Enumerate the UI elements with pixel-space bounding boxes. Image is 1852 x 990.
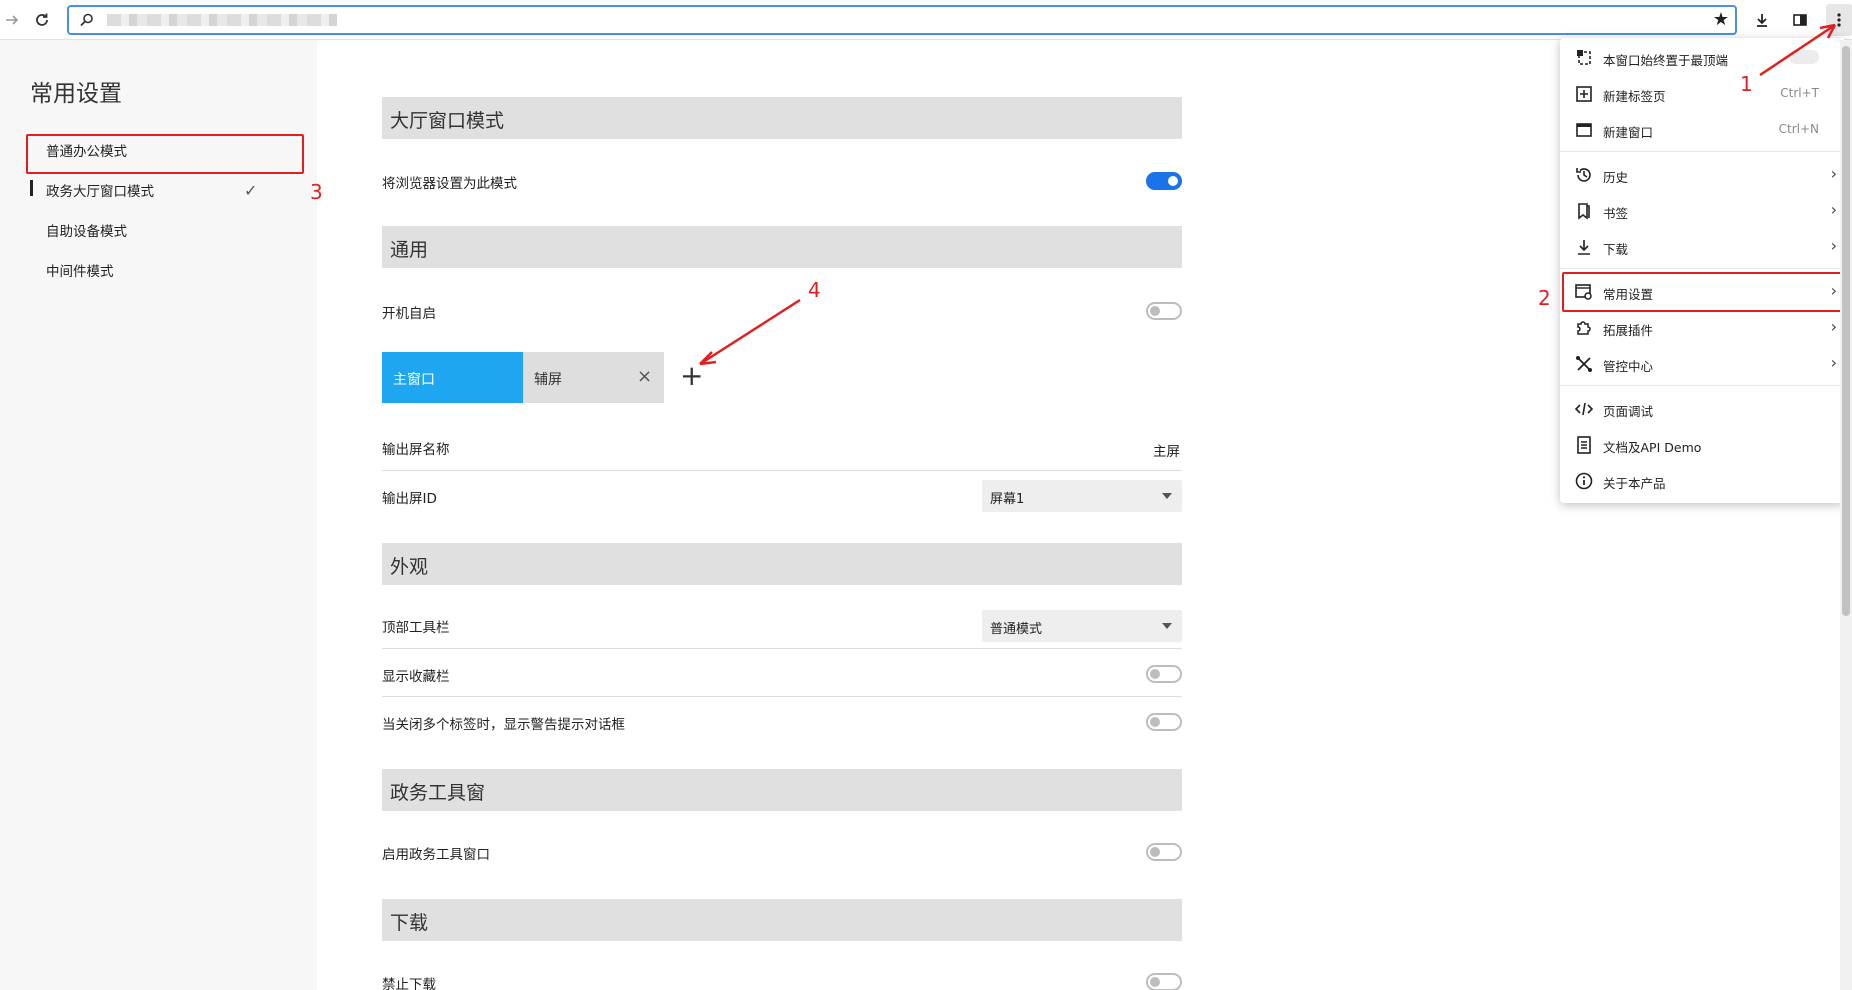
annotation-4: 4 [808,278,821,302]
browser-window: ★ 常用设置 普通办公模式 政务大厅窗口模式 ✓ 自助设备模式 中间件模式 大厅… [0,0,1852,990]
annotation-arrows [699,23,1837,366]
annotation-1: 1 [1740,72,1753,96]
annotation-2: 2 [1538,286,1551,310]
annotation-3: 3 [310,180,323,204]
